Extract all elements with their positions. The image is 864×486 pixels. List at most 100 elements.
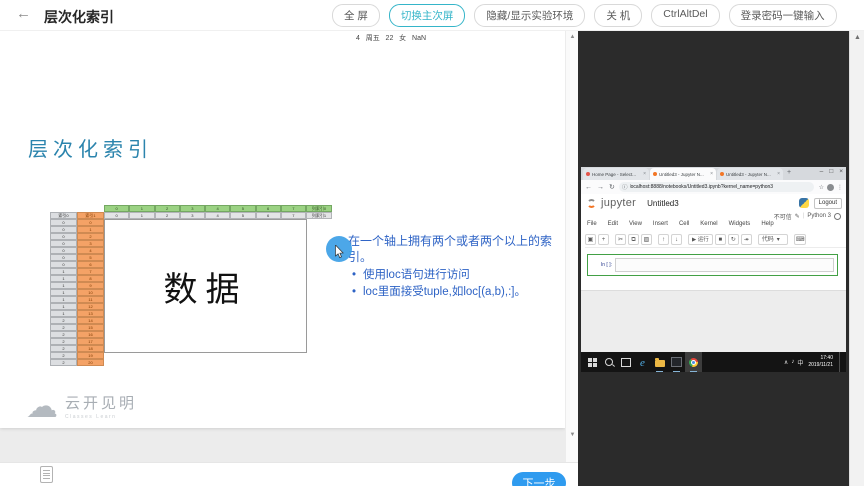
row-index-level1-cell: 11 (77, 296, 104, 303)
scroll-up-icon[interactable]: ▲ (850, 34, 864, 41)
close-icon[interactable]: × (839, 168, 843, 175)
jupyter-status-row: 不可信 ✎ | Python 3 (774, 211, 841, 221)
stop-icon[interactable]: ■ (714, 234, 726, 245)
row-index-level0-cell: 0 (50, 240, 77, 247)
menu-dots-icon[interactable]: ⋮ (837, 184, 843, 191)
taskview-taskbar-icon[interactable] (617, 352, 634, 372)
move-up-icon[interactable]: ↑ (658, 234, 669, 245)
minimize-icon[interactable]: – (820, 168, 824, 175)
tab-close-icon[interactable]: × (710, 171, 713, 177)
menu-edit[interactable]: Edit (608, 221, 618, 227)
back-arrow-icon[interactable]: ← (16, 5, 31, 22)
search-taskbar-icon[interactable] (600, 352, 617, 372)
jupyter-page: jupyter Untitled3 Logout 不可信 ✎ | Python … (581, 194, 846, 352)
page-scrollbar[interactable]: ▲ (849, 30, 864, 486)
tray-expand-icon[interactable]: ∧ (784, 359, 788, 366)
back-icon[interactable]: ← (585, 184, 592, 191)
clock-date: 2019/11/21 (808, 362, 833, 368)
browser-tab[interactable]: Untitled3 - Jupyter N... × (650, 168, 716, 180)
row-index-level0-cell: 2 (50, 331, 77, 338)
topbar-button[interactable]: CtrlAltDel (651, 4, 720, 27)
paste-icon[interactable]: ▨ (641, 234, 652, 245)
slide: 4 周五 22 女 NaN 层次化索引 0 1 2 3 4 5 6 7 列索引0 0123456… (0, 30, 565, 428)
menu-help[interactable]: Help (761, 221, 773, 227)
trust-status[interactable]: 不可信 (774, 212, 792, 221)
jupyter-logo-text[interactable]: jupyter (601, 197, 636, 209)
run-button[interactable]: ▶ 运行 (688, 234, 713, 245)
tab-title: Untitled3 - Jupyter N... (726, 171, 771, 177)
notebook-code-cell[interactable]: In [ ]: (587, 254, 838, 276)
browser-tab[interactable]: Untitled3 - Jupyter N... × (717, 168, 783, 180)
index-row: 18 (50, 275, 104, 282)
remote-desktop: Home Page - Select... × Untitled3 - Jupyte… (581, 167, 846, 372)
menu-file[interactable]: File (587, 221, 597, 227)
browser-tab[interactable]: Home Page - Select... × (583, 168, 649, 180)
menu-insert[interactable]: Insert (653, 221, 668, 227)
menu-cell[interactable]: Cell (679, 221, 689, 227)
col-index-cell: 3 (179, 205, 205, 212)
row-index-level0-cell: 1 (50, 282, 77, 289)
col-index-cell: 7 (280, 212, 306, 219)
maximize-icon[interactable]: □ (829, 168, 833, 175)
logout-button[interactable]: Logout (813, 197, 842, 209)
site-info-icon[interactable]: ⓘ (622, 183, 628, 191)
slide-scrolled-text: 4 周五 22 女 NaN (356, 35, 427, 42)
bullet-main: 在一个轴上拥有两个或者两个以上的索引。 (348, 234, 553, 265)
row-index-level0-cell: 1 (50, 268, 77, 275)
menu-widgets[interactable]: Widgets (729, 221, 751, 227)
cell-prompt: In [ ]: (600, 262, 612, 268)
explorer-taskbar-icon[interactable] (651, 352, 668, 372)
next-step-button[interactable]: 下一步 (512, 472, 566, 486)
new-tab-button[interactable]: + (787, 169, 791, 176)
tab-close-icon[interactable]: × (643, 171, 646, 177)
cut-icon[interactable]: ✂ (615, 234, 626, 245)
save-icon[interactable]: ▣ (585, 234, 596, 245)
jupyter-logo-icon[interactable] (587, 198, 596, 208)
show-desktop-button[interactable] (839, 352, 844, 372)
col-index-cell: 0 (104, 205, 130, 212)
index-row: 02 (50, 233, 104, 240)
move-down-icon[interactable]: ↓ (671, 234, 682, 245)
topbar-button[interactable]: 全 屏 (332, 4, 380, 27)
notes-icon[interactable] (40, 466, 53, 483)
refresh-icon[interactable]: ↻ (609, 183, 615, 191)
bookmark-star-icon[interactable]: ☆ (819, 184, 824, 191)
ime-icon[interactable]: 中 (797, 358, 803, 367)
ie-taskbar-icon[interactable] (634, 352, 651, 372)
tab-close-icon[interactable]: × (777, 171, 780, 177)
cell-type-dropdown[interactable]: 代码 ▾ (757, 234, 788, 245)
keyboard-icon[interactable]: ⌨ (793, 234, 807, 245)
row-index-level1-cell: 0 (77, 219, 104, 226)
url-field[interactable]: ⓘ localhost:8888/notebooks/Untitled3.ipy… (619, 182, 814, 192)
notebook-title[interactable]: Untitled3 (647, 199, 679, 208)
cmd-taskbar-icon[interactable] (668, 352, 685, 372)
volume-icon[interactable]: ♪ (791, 359, 794, 365)
browser-action-icons: ☆ ⋮ (819, 180, 843, 194)
menu-kernel[interactable]: Kernel (700, 221, 717, 227)
browser-address-bar: ← → ↻ ⓘ localhost:8888/notebooks/Untitled3… (581, 180, 846, 195)
fast-forward-icon[interactable]: ↠ (740, 234, 752, 245)
chrome-taskbar-icon[interactable] (685, 352, 702, 372)
slide-scrollbar[interactable]: ▲ ▼ (565, 30, 579, 462)
copy-icon[interactable]: ⧉ (628, 234, 639, 245)
start-taskbar-icon[interactable] (583, 352, 600, 372)
row-index-level1-cell: 20 (77, 359, 104, 366)
add-cell-icon[interactable]: + (598, 234, 609, 245)
restart-icon[interactable]: ↻ (727, 234, 739, 245)
row-index-level1-cell: 5 (77, 254, 104, 261)
cell-input-area[interactable] (615, 258, 834, 272)
row-index-level1-cell: 2 (77, 233, 104, 240)
topbar-button[interactable]: 关 机 (594, 4, 643, 27)
menu-view[interactable]: View (629, 221, 642, 227)
topbar-button[interactable]: 登录密码一键输入 (728, 4, 837, 27)
avatar-icon[interactable] (827, 183, 834, 191)
edit-title-icon[interactable]: ✎ (795, 213, 800, 220)
taskbar-clock[interactable]: 17:40 2019/11/21 (808, 355, 833, 369)
row-index-level0-cell: 2 (50, 338, 77, 345)
topbar-button[interactable]: 隐藏/显示实验环境 (474, 4, 586, 27)
topbar-button[interactable]: 切换主次屏 (388, 4, 466, 27)
brand-subtext: Classes Learn (65, 414, 117, 420)
forward-icon[interactable]: → (597, 184, 604, 191)
index-row: 2 19 (50, 352, 104, 359)
kernel-name: Python 3 (807, 213, 831, 219)
